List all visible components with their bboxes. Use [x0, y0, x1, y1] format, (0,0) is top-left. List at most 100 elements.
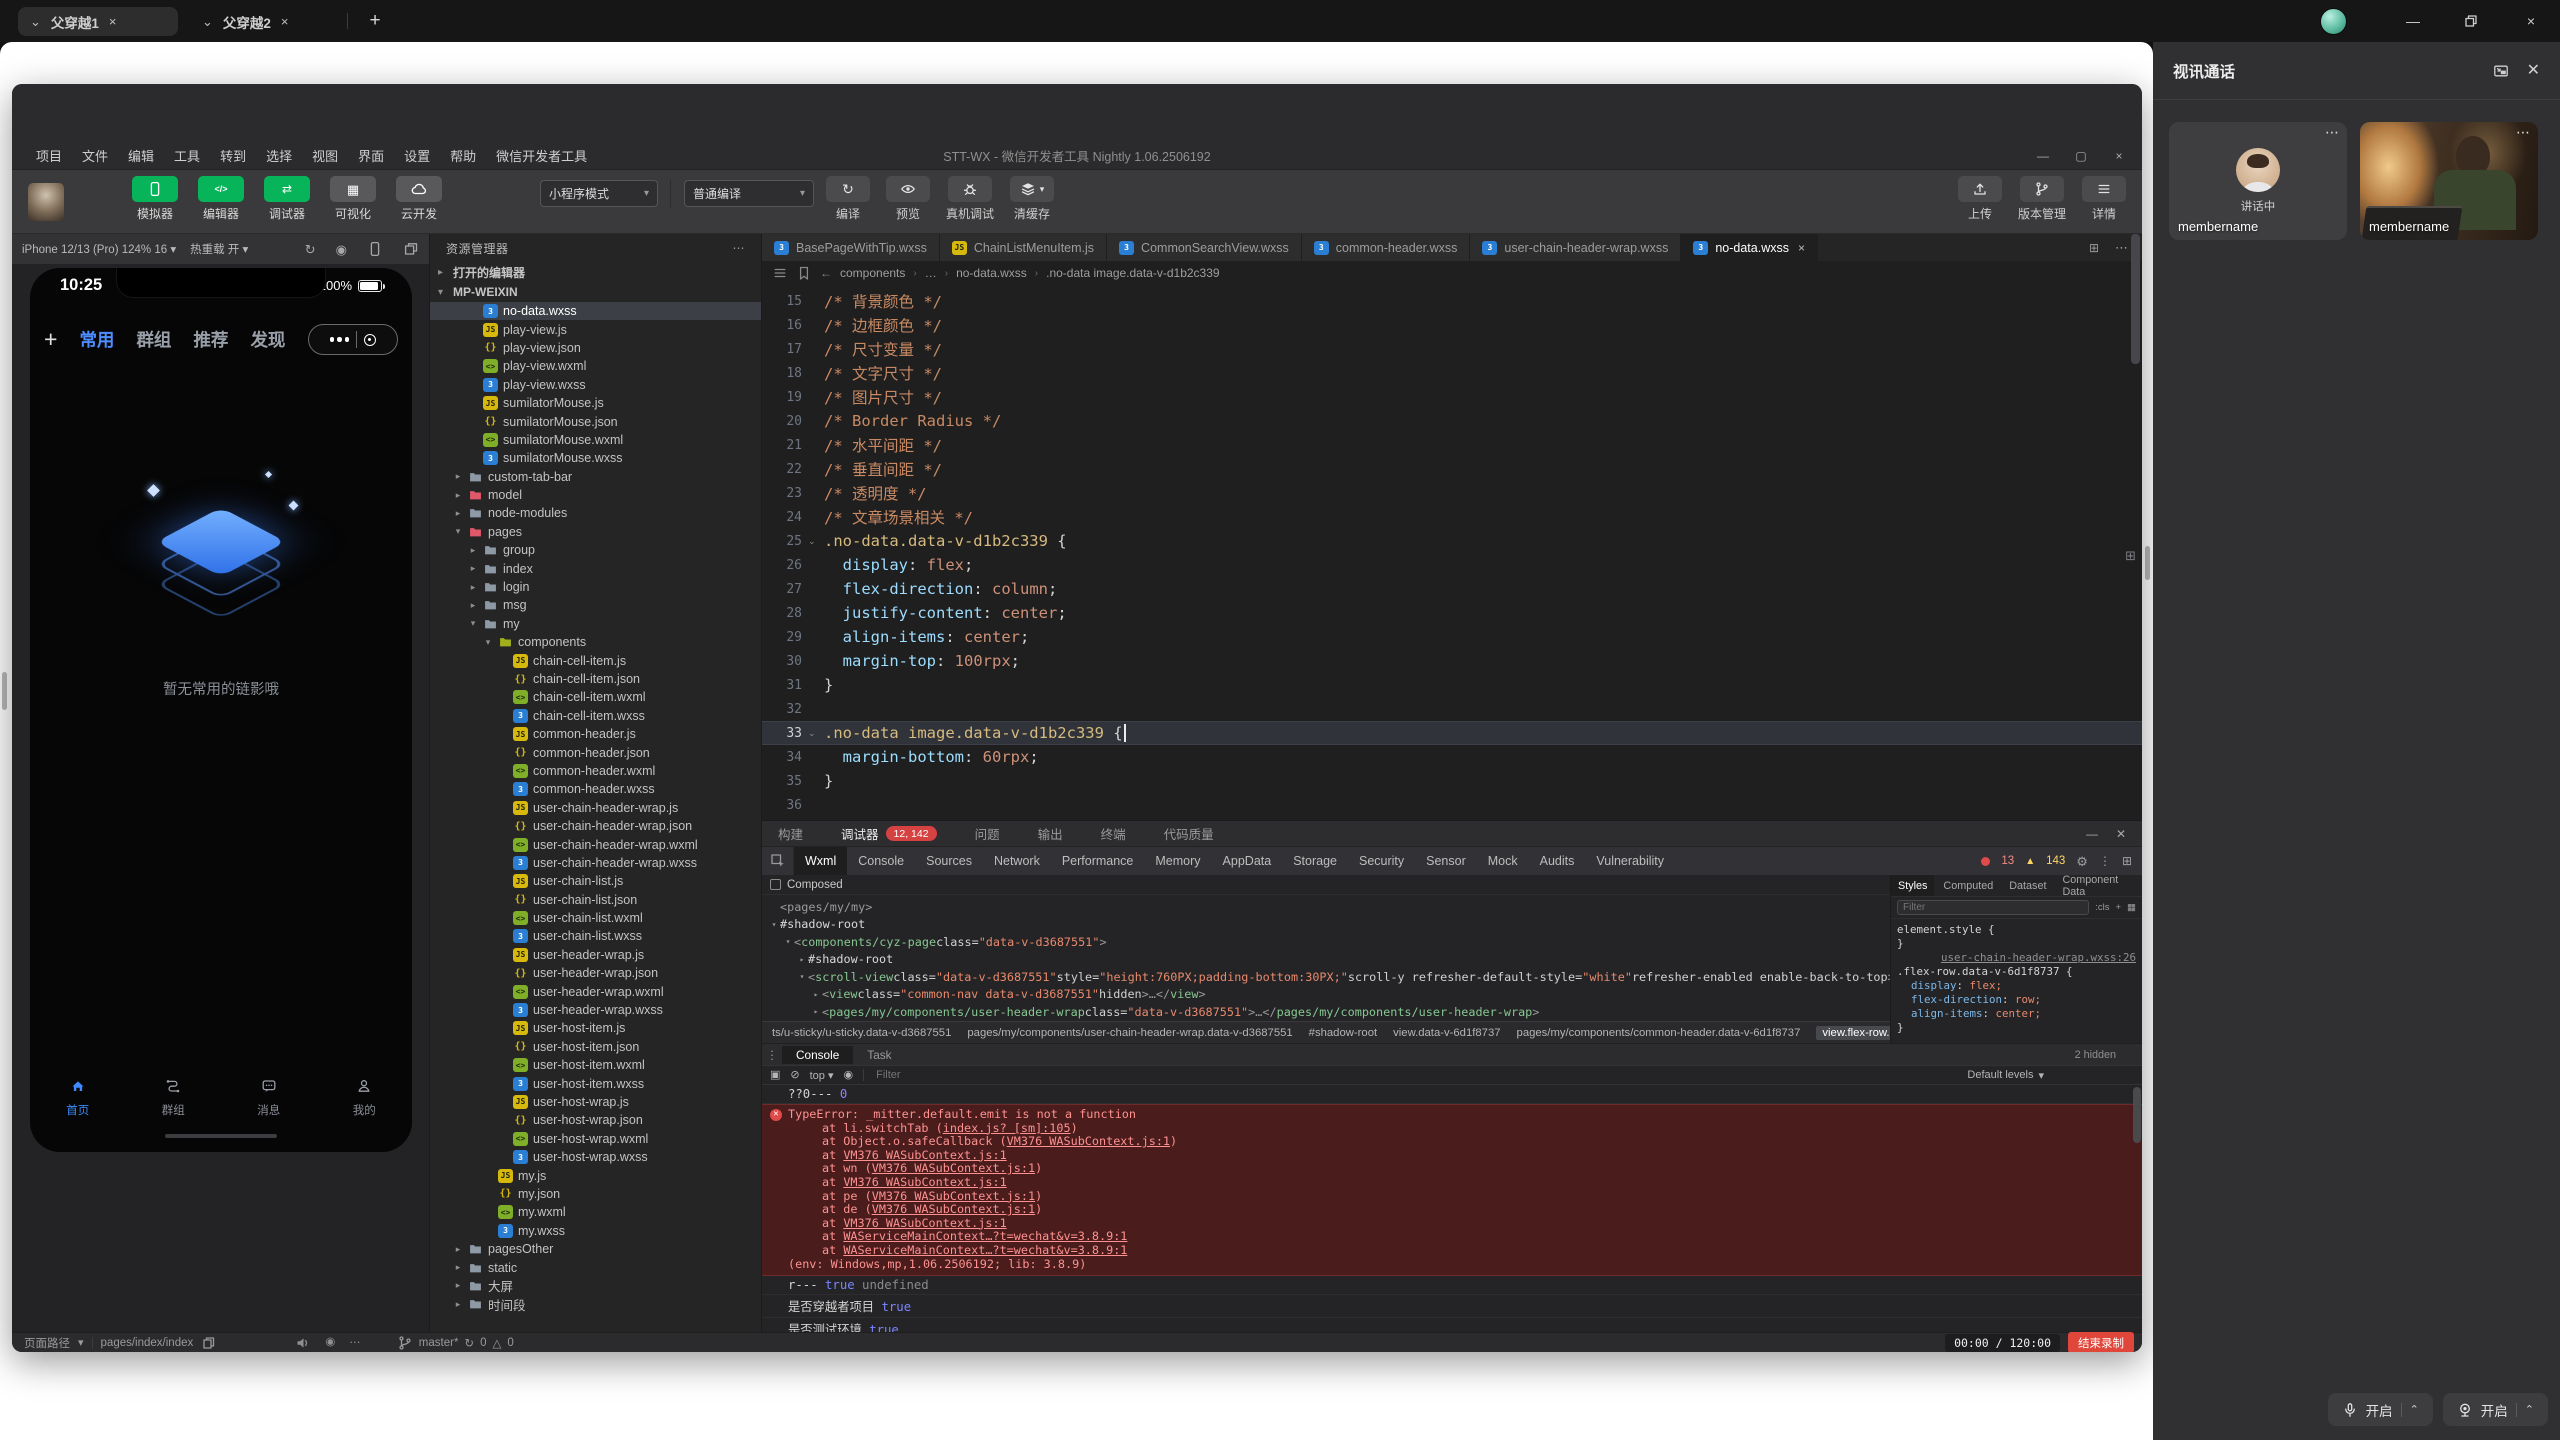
tree-item[interactable]: <>common-header.wxml: [430, 762, 761, 780]
dom-breadcrumb-item[interactable]: view.data-v-6d1f8737: [1393, 1027, 1500, 1039]
devtools-tab-Sources[interactable]: Sources: [915, 847, 983, 875]
tree-item[interactable]: JScommon-header.js: [430, 725, 761, 743]
menu-item[interactable]: 微信开发者工具: [486, 146, 597, 165]
toolbar-mode-云开发[interactable]: 云开发: [386, 176, 452, 222]
mode-select[interactable]: 小程序模式▾: [540, 180, 658, 207]
breadcrumb-item[interactable]: .no-data image.data-v-d1b2c339: [1046, 266, 1219, 280]
speaker-icon[interactable]: [295, 1335, 311, 1351]
toolbar-action-消息[interactable]: 消息: [2134, 176, 2142, 222]
tree-item[interactable]: <>sumilatorMouse.wxml: [430, 431, 761, 449]
devtools-tab-Audits[interactable]: Audits: [1529, 847, 1586, 875]
toolbar-action-上传[interactable]: 上传: [1950, 176, 2010, 222]
stop-recording-button[interactable]: 结束录制: [2068, 1332, 2134, 1352]
user-avatar[interactable]: [28, 183, 64, 221]
code-line[interactable]: 33⌄.no-data image.data-v-d1b2c339 {: [762, 721, 2142, 745]
tree-item[interactable]: JSuser-chain-list.js: [430, 872, 761, 890]
wxml-node[interactable]: ▸<view class="common-nav data-v-d3687551…: [768, 986, 1890, 1004]
code-line[interactable]: 15/* 背景颜色 */: [762, 289, 2142, 313]
debugger-tab-代码质量[interactable]: 代码质量: [1164, 824, 1214, 843]
code-line[interactable]: 22/* 垂直间距 */: [762, 457, 2142, 481]
dom-breadcrumb-item[interactable]: pages/my/components/user-chain-header-wr…: [967, 1027, 1292, 1039]
mic-toggle-button[interactable]: 开启 ⌃: [2328, 1393, 2433, 1426]
close-miniprogram-icon[interactable]: [364, 334, 376, 346]
tree-item[interactable]: ▸node-modules: [430, 504, 761, 522]
device-icon[interactable]: [367, 241, 383, 257]
toolbar-mode-调试器[interactable]: ⇄调试器: [254, 176, 320, 222]
debugger-tab-构建[interactable]: 构建: [778, 824, 803, 843]
wxml-node[interactable]: ▾<scroll-view class="data-v-d3687551" st…: [768, 968, 1890, 986]
editor-tab[interactable]: 3user-chain-header-wrap.wxss: [1470, 234, 1681, 261]
more-icon[interactable]: ⋯: [349, 1335, 361, 1351]
left-panel-handle[interactable]: [2, 672, 7, 710]
tree-item[interactable]: {}user-chain-header-wrap.json: [430, 817, 761, 835]
devtools-tab-AppData[interactable]: AppData: [1212, 847, 1283, 875]
devtools-minimize-icon[interactable]: —: [2024, 142, 2062, 170]
windows-icon[interactable]: [403, 241, 419, 257]
minimize-icon[interactable]: —: [2390, 0, 2436, 42]
more-icon[interactable]: ⋯: [2115, 240, 2128, 256]
member-tile[interactable]: ⋯membername: [2360, 122, 2538, 240]
phone-nav-tab-发现[interactable]: 发现: [250, 327, 285, 352]
devtools-close-icon[interactable]: ×: [2100, 142, 2138, 170]
devtools-titlebar[interactable]: [12, 84, 2142, 142]
menu-item[interactable]: 设置: [394, 146, 440, 165]
editor-tab[interactable]: 3common-header.wxss: [1302, 234, 1471, 261]
close-icon[interactable]: ×: [2508, 0, 2554, 42]
close-icon[interactable]: ×: [109, 14, 117, 29]
page-path-label[interactable]: 页面路径: [24, 1335, 70, 1351]
wxml-node[interactable]: ▾#shadow-root: [768, 916, 1890, 934]
code-line[interactable]: 27 flex-direction: column;: [762, 577, 2142, 601]
phone-nav-tab-常用[interactable]: 常用: [79, 327, 114, 352]
code-line[interactable]: 20/* Border Radius */: [762, 409, 2142, 433]
inspect-icon[interactable]: [762, 847, 794, 875]
menu-item[interactable]: 工具: [164, 146, 210, 165]
close-icon[interactable]: ×: [281, 14, 289, 29]
clear-console-icon[interactable]: ⊘: [790, 1070, 799, 1081]
code-line[interactable]: 32: [762, 697, 2142, 721]
stack-link[interactable]: VM376 WASubContext.js:1: [843, 1216, 1006, 1230]
wxml-node[interactable]: ▸#shadow-root: [768, 951, 1890, 969]
app-tab[interactable]: ⌄父穿越1×: [18, 7, 178, 36]
devtools-tab-Memory[interactable]: Memory: [1144, 847, 1211, 875]
restore-icon[interactable]: [2463, 13, 2479, 29]
css-declaration[interactable]: display: flex;: [1897, 979, 2136, 993]
refresh-icon[interactable]: ↻: [305, 241, 316, 257]
minimize-icon[interactable]: —: [2086, 827, 2098, 841]
add-button[interactable]: +: [44, 326, 57, 353]
code-line[interactable]: 35}: [762, 769, 2142, 793]
phone-tabbar-首页[interactable]: 首页: [30, 1074, 126, 1118]
levels-select[interactable]: Default levels ▾: [1967, 1069, 2044, 1082]
context-select[interactable]: top ▾: [810, 1069, 834, 1082]
phone-nav-tab-群组[interactable]: 群组: [136, 327, 171, 352]
menu-item[interactable]: 文件: [72, 146, 118, 165]
gear-icon[interactable]: ⚙: [2076, 855, 2088, 868]
wxml-node[interactable]: ▸<pages/my/components/user-header-wrap c…: [768, 1003, 1890, 1021]
back-icon[interactable]: ←: [820, 266, 832, 280]
fold-icon[interactable]: ⌄: [808, 728, 824, 739]
editor-tab[interactable]: 3no-data.wxss×: [1681, 234, 1818, 261]
code-line[interactable]: 21/* 水平间距 */: [762, 433, 2142, 457]
devtools-tab-Wxml[interactable]: Wxml: [794, 847, 847, 875]
close-icon[interactable]: ✕: [2116, 827, 2126, 841]
phone-tabbar-消息[interactable]: 消息: [221, 1074, 317, 1118]
tree-item[interactable]: ▸大屏: [430, 1277, 761, 1295]
code-line[interactable]: 16/* 边框颜色 */: [762, 313, 2142, 337]
toolbar-mode-可视化[interactable]: ▦可视化: [320, 176, 386, 222]
tree-item[interactable]: ▸login: [430, 578, 761, 596]
debugger-tab-问题[interactable]: 问题: [975, 824, 1000, 843]
code-line[interactable]: 31}: [762, 673, 2142, 697]
avatar[interactable]: [2320, 8, 2347, 35]
hot-reload-toggle[interactable]: 热重载 开 ▾: [190, 241, 248, 257]
tree-item[interactable]: JSsumilatorMouse.js: [430, 394, 761, 412]
devtools-tab-Mock[interactable]: Mock: [1477, 847, 1529, 875]
wxml-node[interactable]: ▾<components/cyz-page class="data-v-d368…: [768, 933, 1890, 951]
capsule-menu[interactable]: [308, 324, 398, 355]
toolbar-action-预览[interactable]: 预览: [878, 176, 938, 222]
code-line[interactable]: 26 display: flex;: [762, 553, 2142, 577]
debugger-tab-调试器[interactable]: 调试器12, 142: [841, 824, 937, 843]
page-path[interactable]: pages/index/index: [101, 1337, 194, 1349]
tree-item[interactable]: JSchain-cell-item.js: [430, 651, 761, 669]
cls-toggle[interactable]: :cls: [2095, 902, 2109, 913]
code-line[interactable]: 23/* 透明度 */: [762, 481, 2142, 505]
camera-toggle-button[interactable]: 开启 ⌃: [2443, 1393, 2548, 1426]
